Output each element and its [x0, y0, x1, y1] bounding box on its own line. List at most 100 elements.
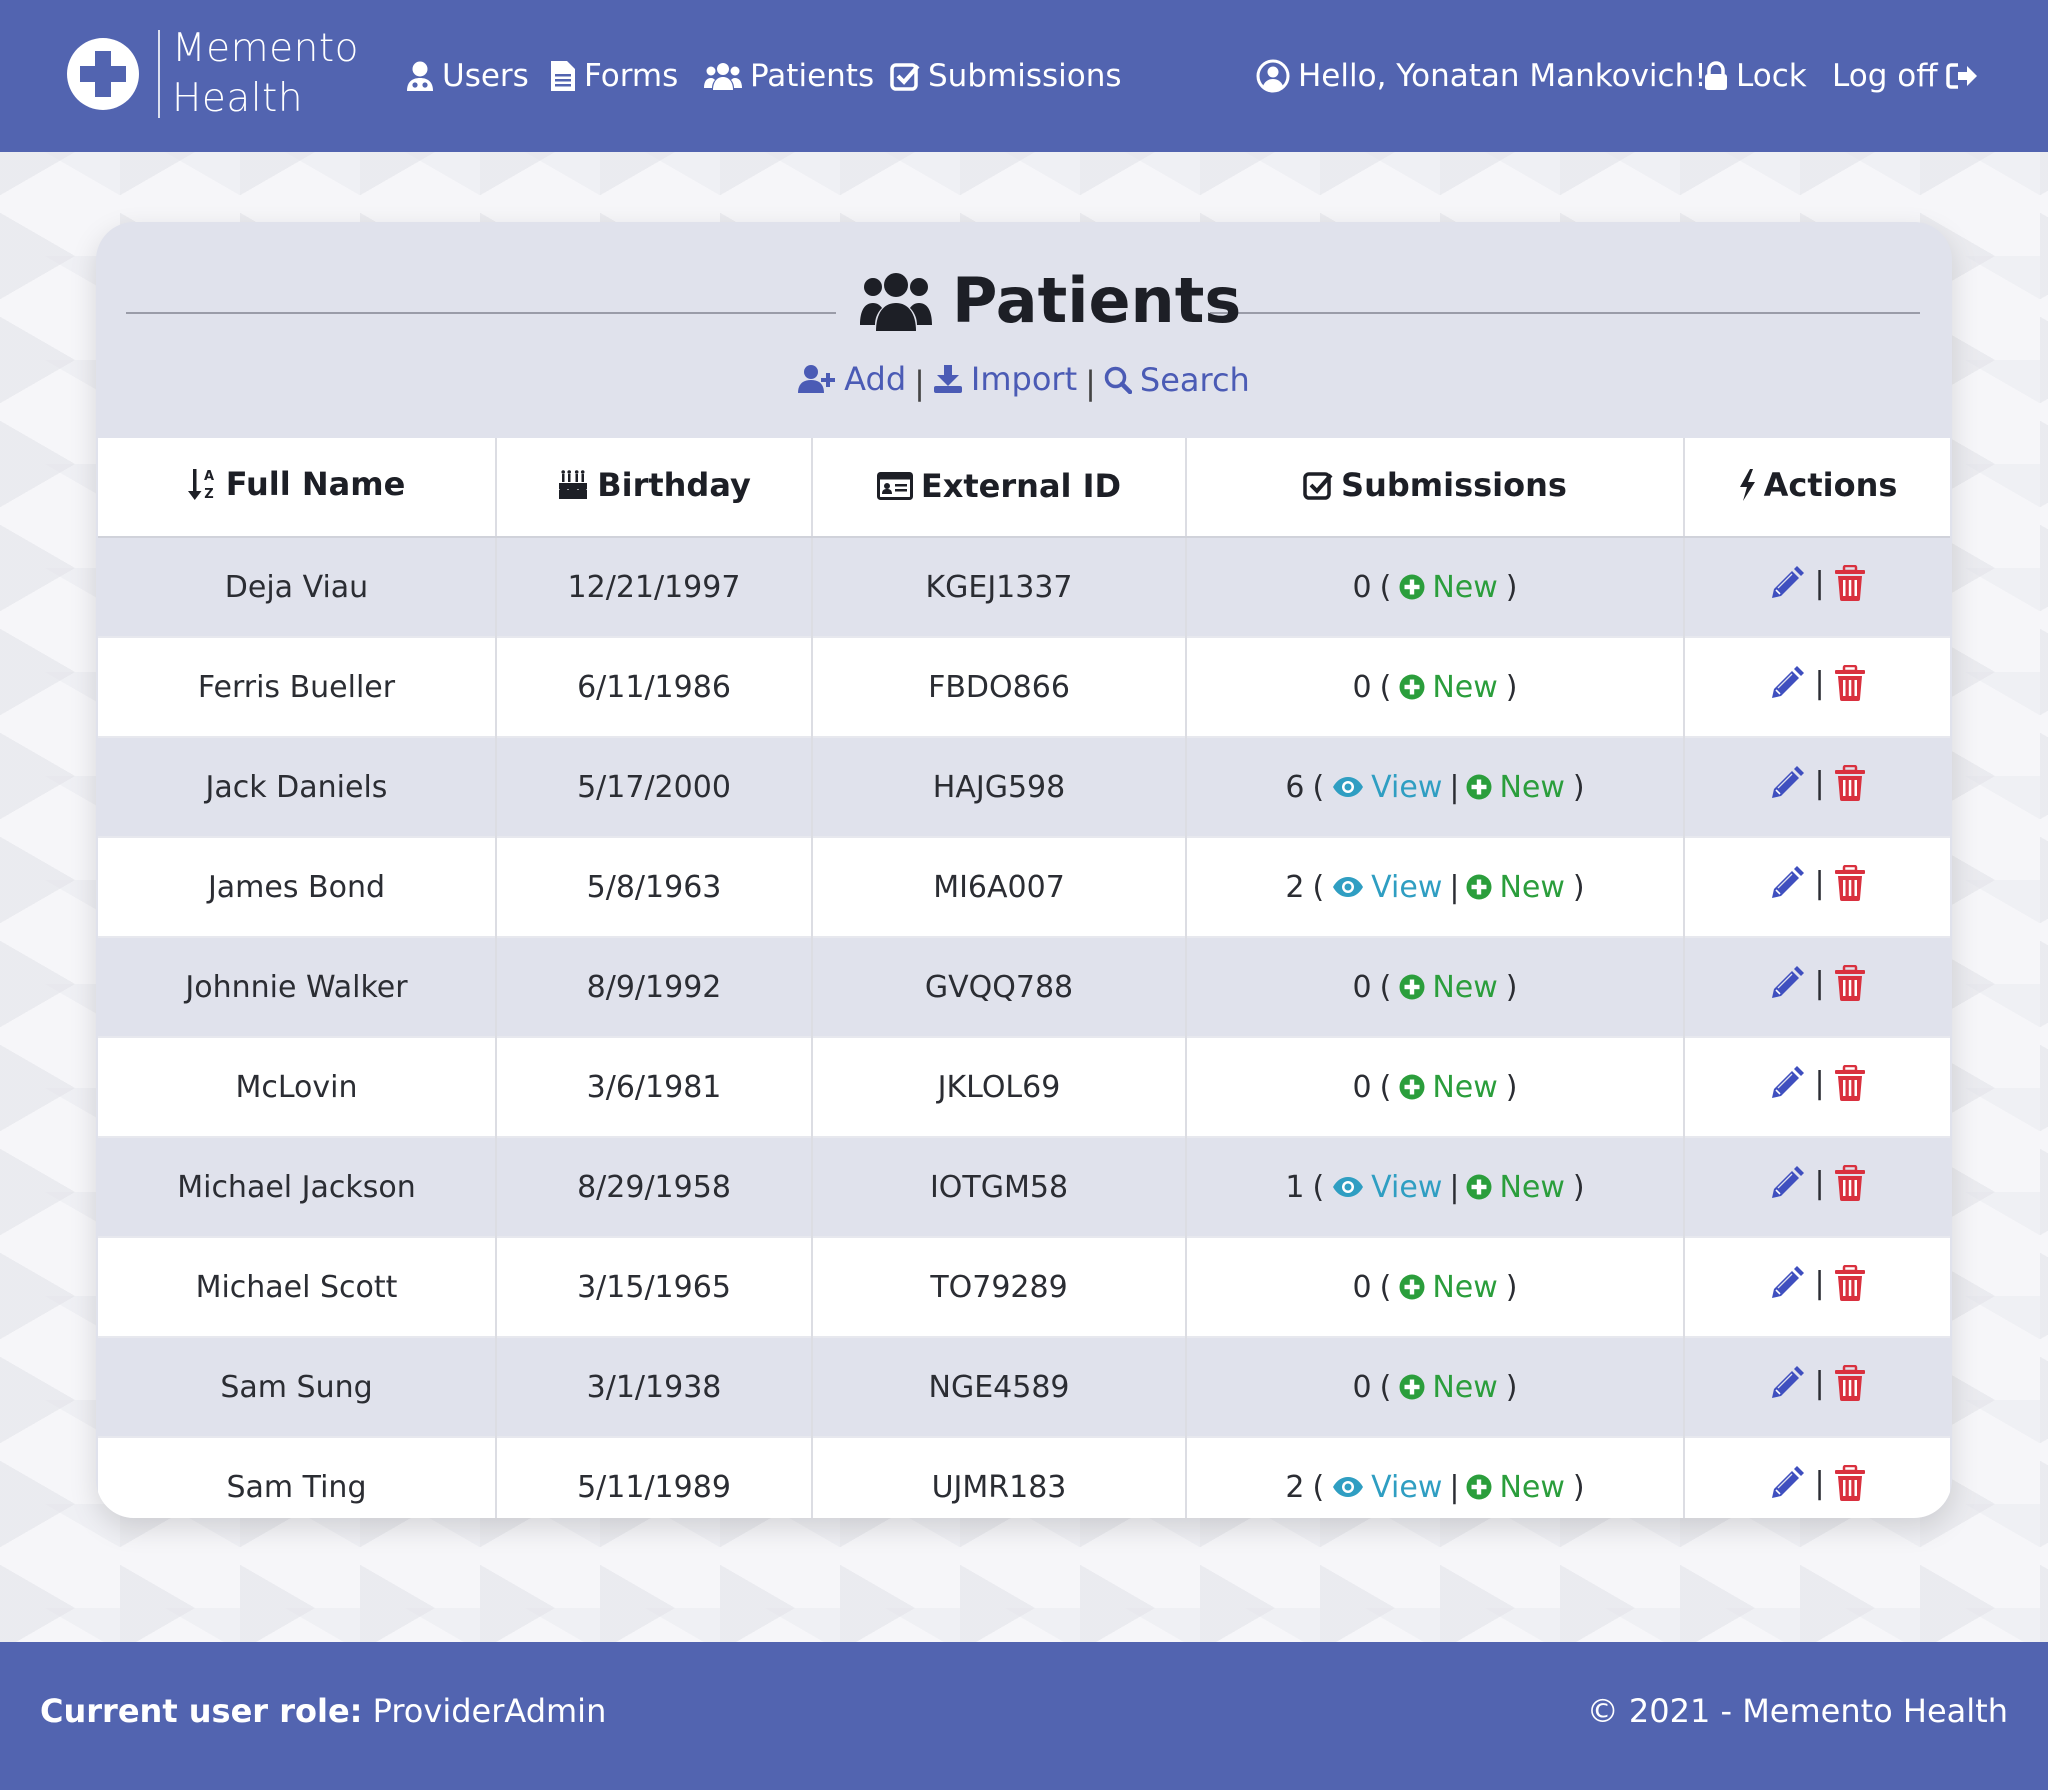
paren-open: (	[1379, 1069, 1392, 1105]
new-submission-link[interactable]: New	[1466, 1469, 1565, 1505]
delete-patient-button[interactable]	[1834, 1265, 1866, 1301]
patient-name-cell: Jack Daniels	[98, 736, 497, 837]
title-rule-right	[1210, 312, 1920, 314]
user-greeting-label: Hello, Yonatan Mankovich!	[1298, 58, 1707, 94]
user-plus-icon	[798, 365, 836, 393]
new-submission-link[interactable]: New	[1399, 1269, 1498, 1305]
nav-lock[interactable]: Lock	[1704, 52, 1807, 100]
delete-patient-button[interactable]	[1834, 565, 1866, 601]
role-value: ProviderAdmin	[372, 1692, 607, 1730]
pencil-icon	[1772, 566, 1805, 598]
trash-icon	[1834, 665, 1865, 701]
edit-patient-button[interactable]	[1769, 1465, 1805, 1501]
new-label: New	[1499, 1469, 1565, 1505]
external-id-cell: MI6A007	[812, 836, 1187, 937]
new-label: New	[1499, 1169, 1565, 1205]
action-separator: |	[1814, 765, 1825, 801]
delete-patient-button[interactable]	[1834, 765, 1866, 801]
nav-submissions[interactable]: Submissions	[890, 52, 1122, 100]
nav-patients[interactable]: Patients	[704, 52, 874, 100]
birthday-cell: 12/21/1997	[496, 536, 813, 637]
edit-patient-button[interactable]	[1769, 1065, 1805, 1101]
nav-logoff[interactable]: Log off	[1832, 52, 1978, 100]
external-id-header-label: External ID	[920, 466, 1122, 505]
footer: Current user role: ProviderAdmin © 2021 …	[0, 1642, 2048, 1790]
new-label: New	[1432, 569, 1498, 605]
search-label: Search	[1139, 361, 1250, 399]
brand-divider	[158, 30, 160, 118]
user-greeting[interactable]: Hello, Yonatan Mankovich!	[1256, 52, 1707, 100]
new-submission-link[interactable]: New	[1466, 770, 1565, 805]
action-separator: |	[1814, 1065, 1825, 1101]
edit-patient-button[interactable]	[1769, 965, 1805, 1001]
edit-patient-button[interactable]	[1769, 1365, 1805, 1401]
view-submissions-link[interactable]: View	[1332, 1470, 1442, 1505]
add-label: Add	[844, 360, 907, 398]
delete-patient-button[interactable]	[1834, 1065, 1866, 1101]
new-submission-link[interactable]: New	[1399, 670, 1498, 705]
delete-patient-button[interactable]	[1834, 865, 1866, 901]
edit-patient-button[interactable]	[1769, 1265, 1805, 1301]
view-submissions-link[interactable]: View	[1332, 870, 1442, 905]
medical-cross-icon	[67, 38, 139, 110]
new-submission-link[interactable]: New	[1399, 969, 1498, 1005]
view-submissions-link[interactable]: View	[1332, 770, 1442, 805]
submissions-cell: 0(New)	[1186, 636, 1685, 737]
new-label: New	[1432, 1269, 1498, 1305]
patient-name-cell: Johnnie Walker	[98, 936, 497, 1037]
delete-patient-button[interactable]	[1834, 665, 1866, 701]
column-header-external-id[interactable]: External ID	[812, 438, 1187, 538]
submissions-cell: 0(New)	[1186, 1236, 1685, 1337]
actions-cell: |	[1684, 936, 1950, 1037]
nav-forms[interactable]: Forms	[550, 52, 678, 100]
brand-logo[interactable]: Memento Health	[66, 26, 359, 122]
new-label: New	[1432, 969, 1498, 1005]
nav-users[interactable]: Users	[406, 52, 529, 100]
view-submissions-link[interactable]: View	[1332, 1170, 1442, 1205]
table-row: Johnnie Walker 8/9/1992 GVQQ788 0(New) |	[98, 936, 1950, 1037]
new-submission-link[interactable]: New	[1399, 1070, 1498, 1105]
delete-patient-button[interactable]	[1834, 1165, 1866, 1201]
lock-icon	[1705, 61, 1727, 90]
eye-icon	[1333, 1477, 1364, 1497]
import-label: Import	[970, 360, 1078, 398]
delete-patient-button[interactable]	[1834, 1465, 1866, 1501]
search-button[interactable]: Search	[1104, 361, 1250, 399]
edit-patient-button[interactable]	[1769, 1165, 1805, 1201]
column-header-birthday[interactable]: Birthday	[496, 438, 813, 538]
page-title-text: Patients	[952, 264, 1242, 337]
current-user-role: Current user role: ProviderAdmin	[40, 1692, 606, 1730]
delete-patient-button[interactable]	[1834, 1365, 1866, 1401]
patient-name-cell: Ferris Bueller	[98, 636, 497, 737]
action-separator: |	[1814, 965, 1825, 1001]
import-button[interactable]: Import	[933, 360, 1077, 398]
edit-patient-button[interactable]	[1769, 565, 1805, 601]
new-submission-link[interactable]: New	[1466, 1169, 1565, 1205]
view-label: View	[1371, 1469, 1443, 1505]
table-row: James Bond 5/8/1963 MI6A007 2(View | New) |	[98, 836, 1950, 937]
column-header-submissions[interactable]: Submissions	[1186, 438, 1685, 538]
edit-patient-button[interactable]	[1769, 765, 1805, 801]
eye-icon	[1333, 1177, 1364, 1197]
edit-patient-button[interactable]	[1769, 665, 1805, 701]
new-submission-link[interactable]: New	[1399, 569, 1498, 605]
page-title: Patients	[860, 264, 1241, 337]
table-header-row: A Z Full Name Birthday External ID Submi…	[98, 438, 1950, 538]
new-submission-link[interactable]: New	[1399, 1370, 1498, 1405]
delete-patient-button[interactable]	[1834, 965, 1866, 1001]
toolbar-separator: |	[1085, 364, 1096, 402]
new-submission-link[interactable]: New	[1466, 870, 1565, 905]
plus-circle-icon	[1466, 874, 1492, 900]
actions-cell: |	[1684, 1236, 1950, 1337]
actions-cell: |	[1684, 836, 1950, 937]
add-patient-button[interactable]: Add	[798, 360, 906, 398]
edit-patient-button[interactable]	[1769, 865, 1805, 901]
column-header-actions: Actions	[1684, 438, 1950, 538]
column-header-full-name[interactable]: A Z Full Name	[98, 438, 497, 538]
view-label: View	[1371, 1169, 1443, 1205]
sort-alpha-down-icon: A Z	[187, 469, 214, 501]
submissions-cell: 0(New)	[1186, 1036, 1685, 1137]
birthday-cell: 5/8/1963	[496, 836, 813, 937]
action-separator: |	[1814, 565, 1825, 601]
top-navbar: Memento Health Users Forms Patients Subm…	[0, 0, 2048, 152]
